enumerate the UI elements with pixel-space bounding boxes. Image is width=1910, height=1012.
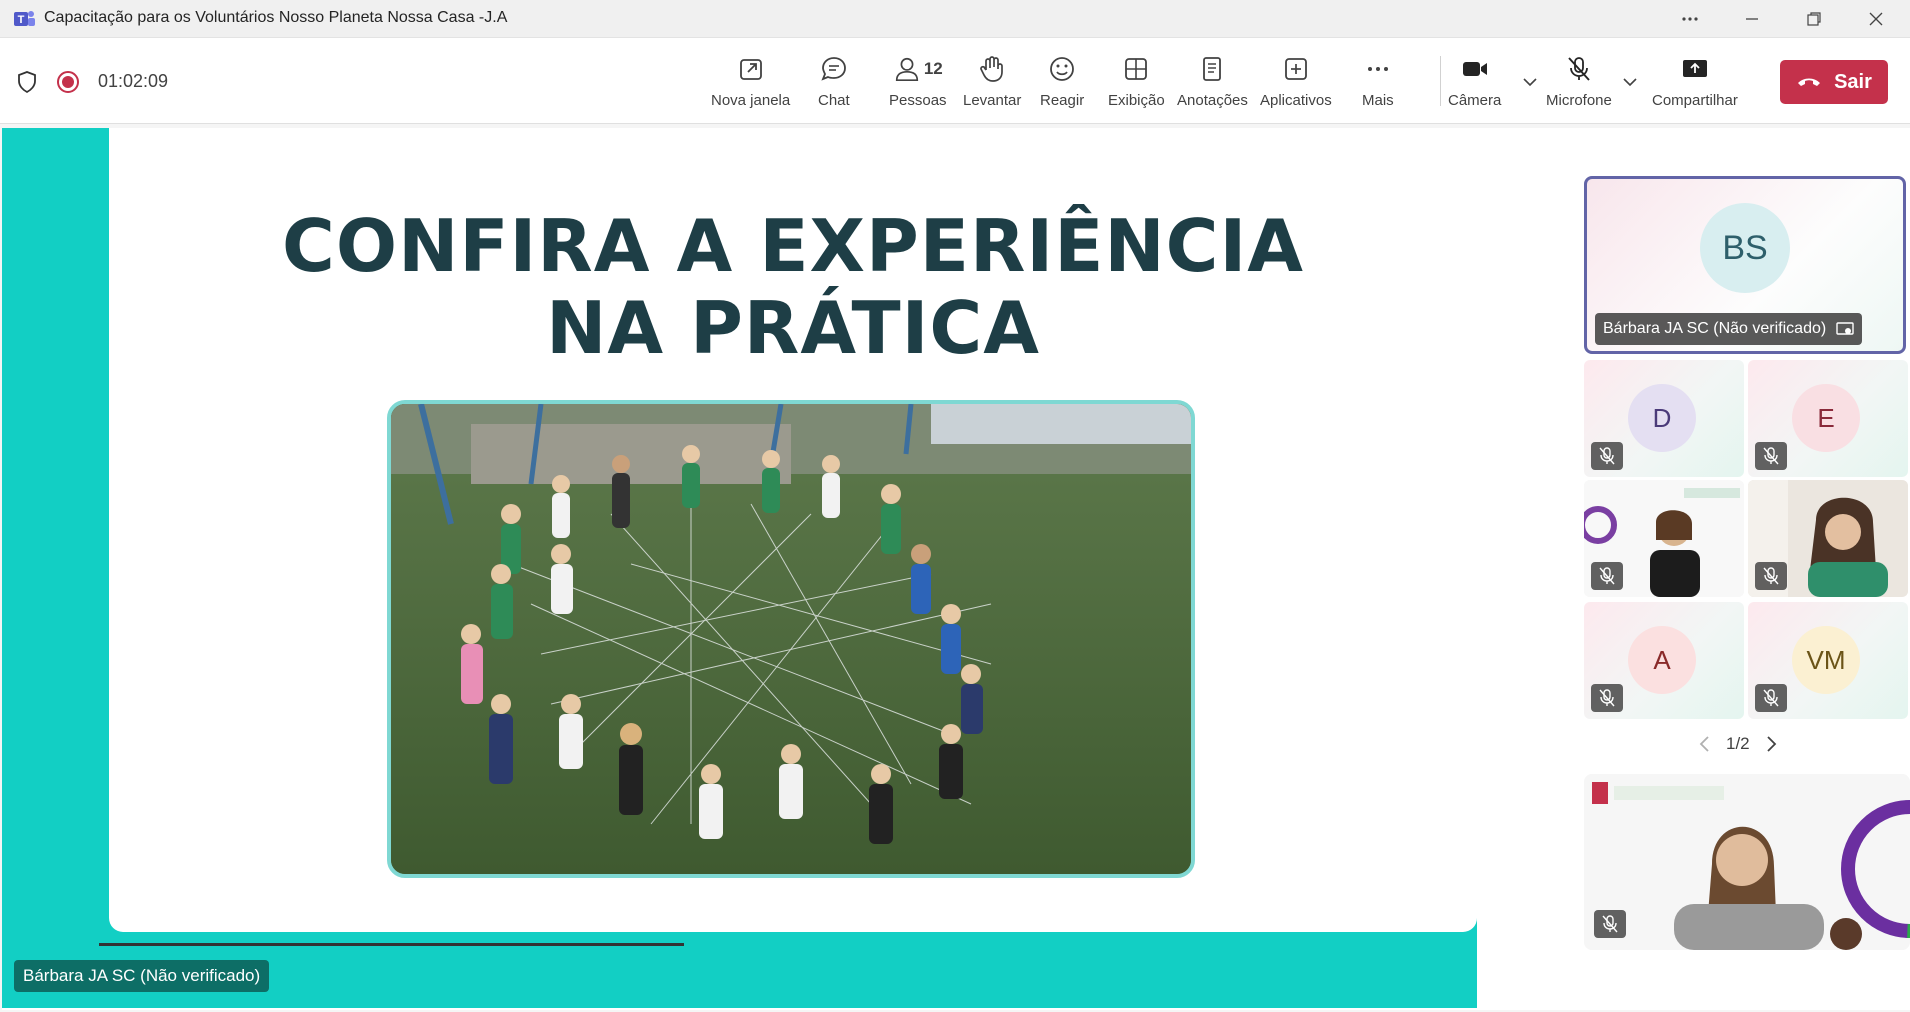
notes-icon <box>1203 57 1222 81</box>
participant-tile-d[interactable]: D <box>1584 360 1744 477</box>
title-bar: T Capacitação para os Voluntários Nosso … <box>0 0 1910 38</box>
slide-title-line2: NA PRÁTICA <box>546 286 1040 370</box>
minimize-button[interactable] <box>1722 0 1782 38</box>
avatar: VM <box>1792 626 1860 694</box>
participant-tile-vm[interactable]: VM <box>1748 602 1908 719</box>
grid-view-icon <box>1125 58 1148 80</box>
self-video-tile[interactable] <box>1584 774 1910 950</box>
raise-hand-button[interactable]: Levantar <box>963 54 1021 109</box>
meeting-timer: 01:02:09 <box>98 71 169 91</box>
more-button[interactable]: Mais <box>1362 54 1394 109</box>
children-yarn-web-image <box>391 404 1191 874</box>
pinned-screen-icon <box>1836 322 1854 335</box>
camera-options-chevron-icon[interactable] <box>1520 72 1540 92</box>
maximize-button[interactable] <box>1784 0 1844 38</box>
presentation-slide: CONFIRA A EXPERIÊNCIA NA PRÁTICA <box>109 128 1477 932</box>
raise-hand-label: Levantar <box>963 92 1022 109</box>
avatar: BS <box>1700 203 1790 293</box>
recording-icon <box>57 71 79 93</box>
hang-up-icon <box>1798 78 1821 86</box>
chat-icon <box>821 57 846 81</box>
react-button[interactable]: Reagir <box>1040 54 1084 109</box>
participants-panel: BS Bárbara JA SC (Não verificado) D E A … <box>1580 128 1910 1010</box>
participant-tile-a[interactable]: A <box>1584 602 1744 719</box>
participant-video-tile-1[interactable] <box>1584 480 1744 597</box>
microphone-button[interactable]: Microfone <box>1546 54 1612 109</box>
avatar: E <box>1792 384 1860 452</box>
avatar: D <box>1628 384 1696 452</box>
slide-photo <box>387 400 1195 878</box>
microphone-options-chevron-icon[interactable] <box>1620 72 1640 92</box>
notes-button[interactable]: Anotações <box>1177 54 1248 109</box>
previous-page-icon[interactable] <box>1698 735 1712 753</box>
slide-progress-line <box>99 943 684 946</box>
shared-content-stage: CONFIRA A EXPERIÊNCIA NA PRÁTICA Bárbara… <box>2 128 1580 1010</box>
more-icon <box>1682 17 1698 21</box>
muted-mic-icon <box>1591 442 1623 470</box>
featured-participant-name-tag: Bárbara JA SC (Não verificado) <box>1595 313 1863 345</box>
close-icon <box>1869 12 1883 26</box>
new-window-button[interactable]: Nova janela <box>711 54 790 109</box>
camera-button[interactable]: Câmera <box>1448 54 1501 109</box>
chat-label: Chat <box>818 92 850 109</box>
featured-participant-name: Bárbara JA SC (Não verificado) <box>1603 320 1827 337</box>
svg-text:T: T <box>18 14 25 26</box>
featured-participant-tile[interactable]: BS Bárbara JA SC (Não verificado) <box>1584 176 1906 354</box>
slide-title-line1: CONFIRA A EXPERIÊNCIA <box>282 204 1304 288</box>
view-label: Exibição <box>1108 92 1165 109</box>
muted-mic-icon <box>1591 562 1623 590</box>
camera-icon <box>1462 62 1487 76</box>
muted-mic-icon <box>1755 442 1787 470</box>
share-label: Compartilhar <box>1652 92 1738 109</box>
view-button[interactable]: Exibição <box>1108 54 1165 109</box>
more-options-button[interactable] <box>1660 0 1720 38</box>
toolbar-divider <box>1440 56 1441 106</box>
shield-icon[interactable] <box>16 70 38 94</box>
people-label: Pessoas <box>889 92 947 109</box>
smile-icon <box>1050 57 1074 81</box>
apps-label: Aplicativos <box>1260 92 1332 109</box>
self-video <box>1584 774 1910 950</box>
people-icon <box>895 57 918 82</box>
close-window-button[interactable] <box>1846 0 1906 38</box>
more-dots-icon <box>1367 67 1388 71</box>
participant-video-tile-2[interactable] <box>1748 480 1908 597</box>
new-window-label: Nova janela <box>711 92 791 109</box>
pop-out-icon <box>739 59 762 80</box>
minimize-icon <box>1746 18 1758 20</box>
next-page-icon[interactable] <box>1764 735 1778 753</box>
react-label: Reagir <box>1040 92 1085 109</box>
muted-mic-icon <box>1755 562 1787 590</box>
restore-icon <box>1807 12 1821 26</box>
window-title: Capacitação para os Voluntários Nosso Pl… <box>44 9 508 26</box>
microphone-muted-icon <box>1568 57 1590 81</box>
participant-tile-e[interactable]: E <box>1748 360 1908 477</box>
presenter-name-tag: Bárbara JA SC (Não verificado) <box>14 960 270 992</box>
share-screen-icon <box>1682 60 1707 77</box>
muted-mic-icon <box>1591 684 1623 712</box>
chat-button[interactable]: Chat <box>818 54 850 109</box>
page-indicator: 1/2 <box>1726 734 1750 753</box>
avatar: A <box>1628 626 1696 694</box>
microphone-label: Microfone <box>1546 92 1612 109</box>
people-count: 12 <box>923 59 943 78</box>
camera-label: Câmera <box>1448 92 1502 109</box>
people-button[interactable]: 12 Pessoas <box>889 54 947 109</box>
apps-button[interactable]: Aplicativos <box>1260 54 1332 109</box>
more-label: Mais <box>1362 92 1394 109</box>
meeting-toolbar: 01:02:09 Nova janela Chat 12 Pessoas Lev… <box>0 38 1910 124</box>
muted-mic-icon <box>1594 910 1626 938</box>
add-app-icon <box>1284 58 1307 80</box>
leave-label: Sair <box>1834 70 1872 93</box>
share-button[interactable]: Compartilhar <box>1652 54 1738 109</box>
notes-label: Anotações <box>1177 92 1248 109</box>
leave-button[interactable]: Sair <box>1780 60 1888 104</box>
gallery-pager: 1/2 <box>1698 734 1778 754</box>
muted-mic-icon <box>1755 684 1787 712</box>
teams-logo-icon: T <box>14 11 35 26</box>
raise-hand-icon <box>980 56 1004 82</box>
